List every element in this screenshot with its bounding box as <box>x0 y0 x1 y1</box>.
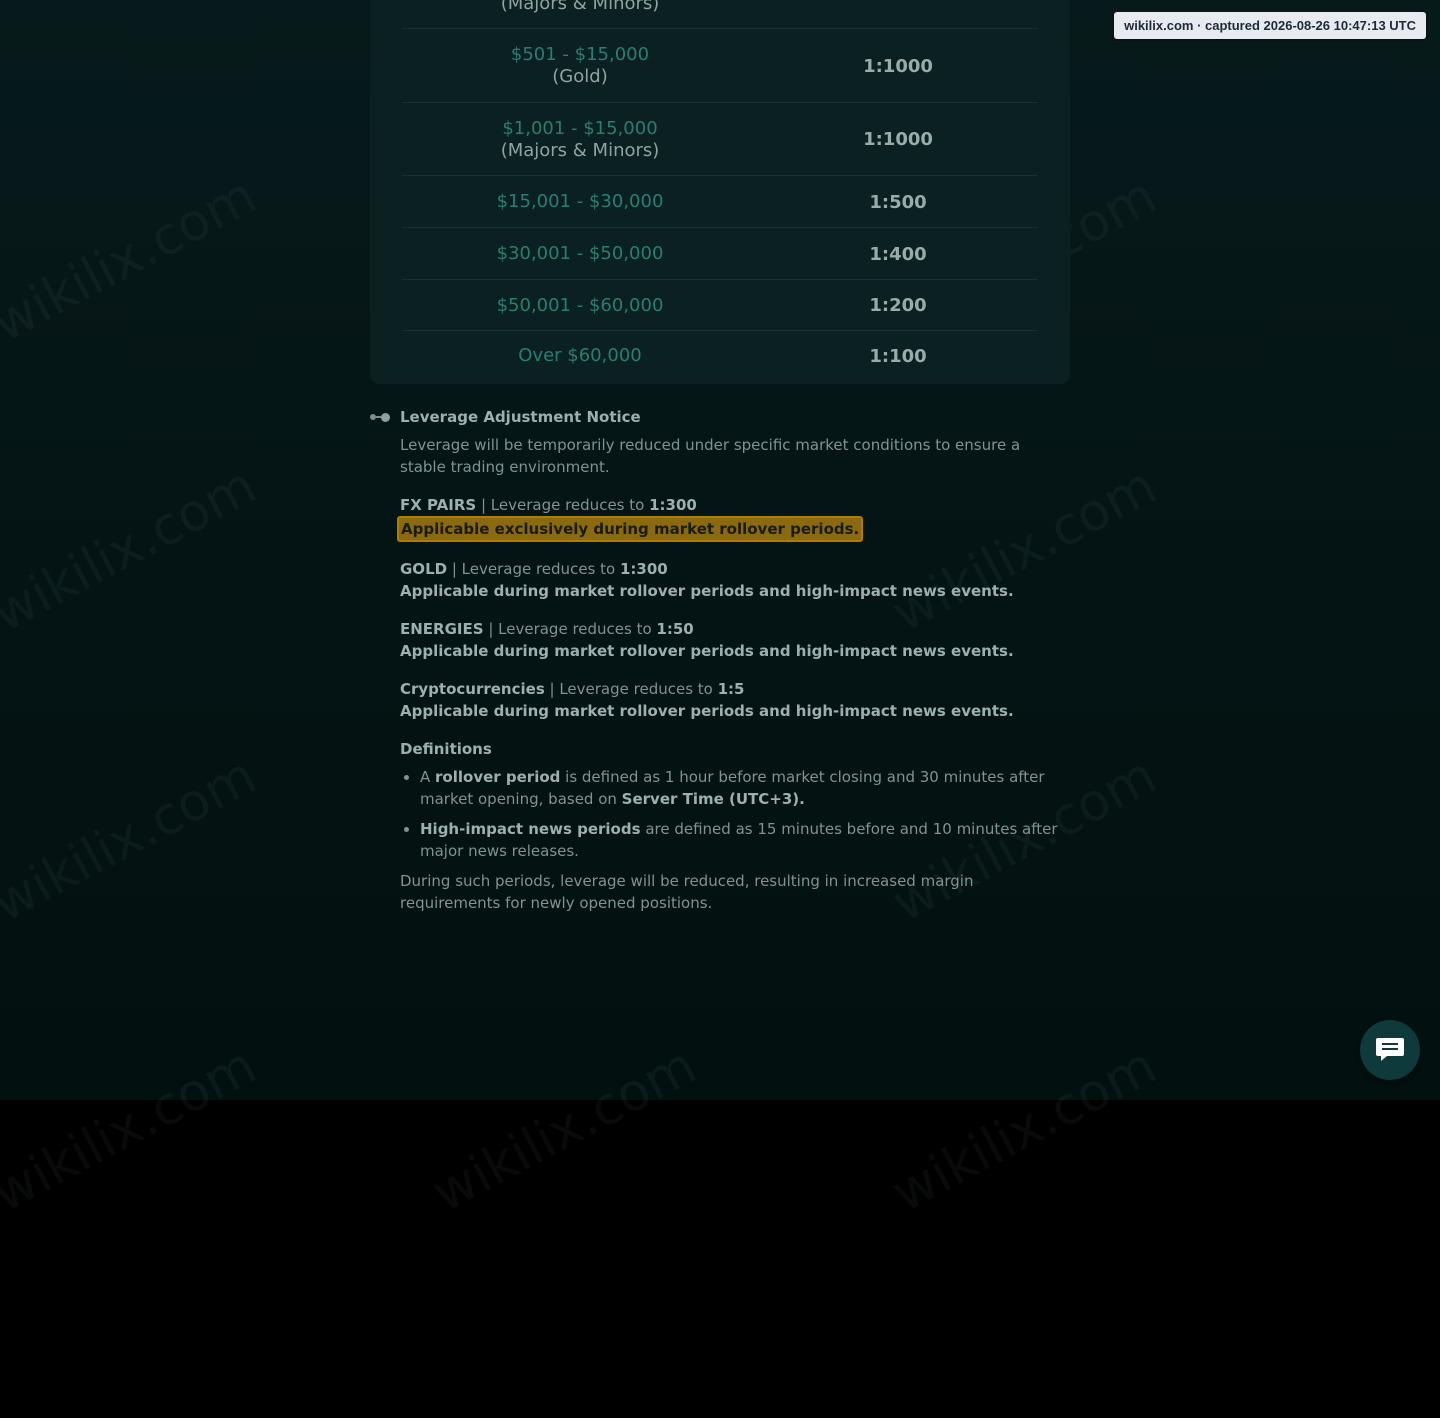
table-row: (Majors & Minors) <box>402 0 1038 28</box>
gold-item: GOLD | Leverage reduces to 1:300 Applica… <box>400 558 1070 602</box>
energies-item: ENERGIES | Leverage reduces to 1:50 Appl… <box>400 618 1070 662</box>
leverage-cell: 1:200 <box>869 295 927 316</box>
leverage-cell: 1:100 <box>869 345 927 367</box>
table-row: $1,001 - $15,000 (Majors & Minors) 1:100… <box>402 102 1038 176</box>
equity-range-sub: (Majors & Minors) <box>500 0 660 14</box>
notice-closing: During such periods, leverage will be re… <box>400 872 974 912</box>
instrument-separator: | Leverage reduces to <box>447 560 620 578</box>
server-time-note: Server Time (UTC+3). <box>621 790 805 808</box>
instrument-leverage: 1:5 <box>717 680 745 698</box>
leverage-cell: 1:1000 <box>863 129 933 150</box>
equity-range-text: $501 - $15,000 <box>510 44 650 65</box>
leverage-cell: 1:400 <box>869 243 927 265</box>
crypto-item: Cryptocurrencies | Leverage reduces to 1… <box>400 678 1070 722</box>
applicability-note: Applicable during market rollover period… <box>400 582 1014 600</box>
instrument-leverage: 1:50 <box>656 620 694 638</box>
leverage-table: (Majors & Minors) $501 - $15,000 (Gold) … <box>370 0 1070 384</box>
equity-range-sub: (Majors & Minors) <box>500 139 660 161</box>
table-row: Over $60,000 1:100 <box>402 330 1038 381</box>
timeline-dot-icon <box>370 412 400 422</box>
definition-news: High-impact news periods are defined as … <box>420 818 1070 862</box>
table-row: $30,001 - $50,000 1:400 <box>402 227 1038 280</box>
leverage-adjustment-notice: Leverage Adjustment Notice Leverage will… <box>370 408 1070 914</box>
instrument-name: ENERGIES <box>400 620 484 638</box>
instrument-name: Cryptocurrencies <box>400 680 545 698</box>
table-row: $15,001 - $30,000 1:500 <box>402 175 1038 228</box>
notice-content: Leverage will be temporarily reduced und… <box>397 434 1070 914</box>
applicability-note: Applicable during market rollover period… <box>400 642 1014 660</box>
equity-range-cell: Over $60,000 <box>518 345 642 366</box>
applicability-note: Applicable during market rollover period… <box>400 702 1014 720</box>
leverage-cell: 1:500 <box>869 191 927 213</box>
equity-range-text: $1,001 - $15,000 <box>502 117 658 139</box>
instrument-leverage: 1:300 <box>619 560 668 578</box>
highlighted-note: Applicable exclusively during market rol… <box>397 516 864 542</box>
notice-title: Leverage Adjustment Notice <box>400 408 641 426</box>
equity-range-sub: (Gold) <box>552 66 608 87</box>
definition-term: rollover period <box>435 768 561 786</box>
equity-range-cell: $30,001 - $50,000 <box>496 243 664 264</box>
notice-header: Leverage Adjustment Notice <box>370 408 1070 426</box>
chat-button[interactable] <box>1360 1020 1420 1080</box>
notice-intro: Leverage will be temporarily reduced und… <box>400 436 1021 476</box>
definition-term: High-impact news periods <box>420 820 641 838</box>
definitions-list: A rollover period is defined as 1 hour b… <box>400 766 1070 862</box>
chat-bubble-icon <box>1376 1038 1404 1061</box>
instrument-name: FX PAIRS <box>400 496 477 514</box>
instrument-separator: | Leverage reduces to <box>544 680 718 698</box>
definition-text: A <box>420 768 436 786</box>
equity-range-cell: (Majors & Minors) <box>402 0 758 15</box>
definition-rollover: A rollover period is defined as 1 hour b… <box>420 766 1070 810</box>
capture-badge: wikilix.com · captured 2026-08-26 10:47:… <box>1114 12 1426 39</box>
instrument-separator: | Leverage reduces to <box>483 620 657 638</box>
equity-range-cell: $50,001 - $60,000 <box>496 294 664 316</box>
table-row: $501 - $15,000 (Gold) 1:1000 <box>402 28 1038 103</box>
equity-range-cell: $15,001 - $30,000 <box>496 191 664 212</box>
instrument-separator: | Leverage reduces to <box>476 496 650 514</box>
instrument-name: GOLD <box>400 560 448 578</box>
equity-range-cell: $501 - $15,000 (Gold) <box>402 44 758 88</box>
leverage-cell: 1:1000 <box>863 55 933 77</box>
fx-pairs-item: FX PAIRS | Leverage reduces to 1:300 App… <box>397 494 1070 542</box>
instrument-leverage: 1:300 <box>649 496 697 514</box>
equity-range-cell: $1,001 - $15,000 (Majors & Minors) <box>402 118 758 162</box>
footer-blank-area <box>0 1100 1440 1418</box>
definitions-title: Definitions <box>400 740 492 758</box>
table-row: $50,001 - $60,000 1:200 <box>402 279 1038 331</box>
